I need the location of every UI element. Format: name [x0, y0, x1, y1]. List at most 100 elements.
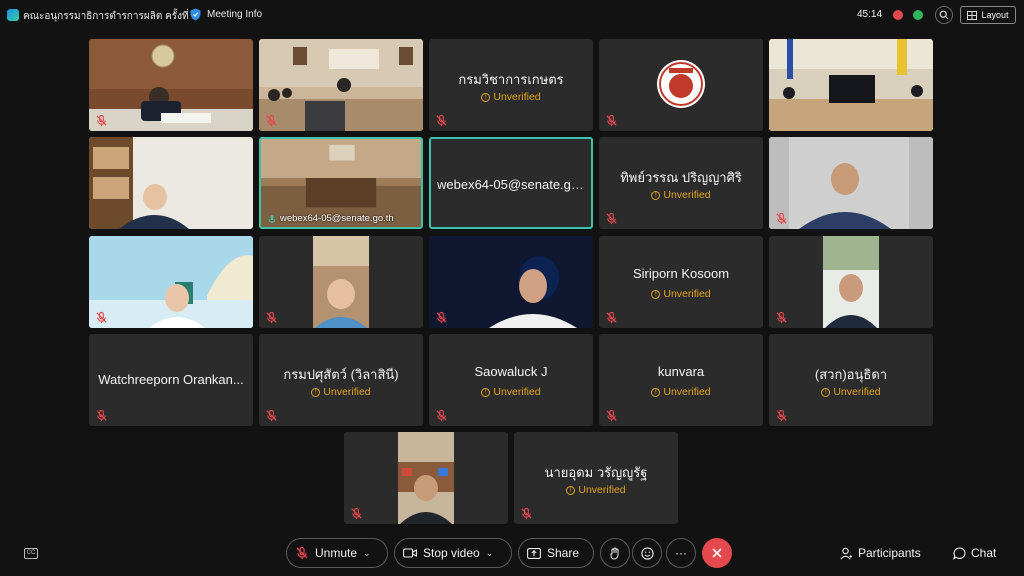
participant-name: webex64-05@senate.go... [437, 177, 589, 192]
organization-seal-image [599, 39, 763, 131]
unverified-badge: ! Unverified [599, 288, 763, 300]
muted-mic-icon [265, 114, 278, 127]
info-icon: ! [311, 387, 321, 397]
share-screen-icon [527, 547, 541, 559]
unverified-label: Unverified [663, 288, 711, 300]
video-feed [89, 236, 253, 328]
unverified-label: Unverified [663, 189, 711, 201]
muted-mic-icon [435, 311, 448, 324]
participant-tile-t19[interactable]: kunvara ! Unverified [599, 334, 763, 426]
stop-video-button[interactable]: Stop video ⌄ [394, 538, 512, 568]
chat-bubble-icon [953, 546, 966, 560]
participant-name: กรมปศุสัตว์ (วิลาสินี) [283, 367, 399, 382]
participant-name: ทิพย์วรรณ ปริญญาศิริ [620, 170, 742, 185]
control-bar: CC Unmute ⌄ Stop video ⌄ Share ··· Parti… [0, 536, 1024, 576]
chevron-down-icon: ⌄ [485, 547, 494, 558]
participant-tile-conference-room-3[interactable] [769, 39, 933, 131]
unverified-label: Unverified [493, 386, 541, 398]
participant-tile-t17[interactable]: กรมปศุสัตว์ (วิลาสินี) ! Unverified [259, 334, 423, 426]
participants-button[interactable]: Participants [840, 546, 921, 560]
info-icon: ! [566, 485, 576, 495]
participant-tile-man-dark[interactable] [429, 236, 593, 328]
raise-hand-icon [610, 547, 619, 560]
muted-mic-icon [605, 114, 618, 127]
participant-tile-woman-blue[interactable] [89, 236, 253, 328]
unverified-badge: ! Unverified [429, 91, 593, 103]
muted-mic-icon [295, 546, 309, 560]
info-icon: ! [651, 387, 661, 397]
unmute-button[interactable]: Unmute ⌄ [286, 538, 388, 568]
muted-mic-icon [95, 311, 108, 324]
unverified-badge: ! Unverified [514, 484, 678, 496]
participant-tile-seal[interactable] [599, 39, 763, 131]
muted-mic-icon [350, 507, 363, 520]
meeting-timer: 45:14 [857, 9, 883, 20]
shield-icon [190, 8, 201, 21]
participant-tile-man-shelf[interactable] [344, 432, 508, 524]
participant-tile-conference-room-1[interactable] [89, 39, 253, 131]
muted-mic-icon [435, 409, 448, 422]
chat-button[interactable]: Chat [953, 546, 996, 560]
participant-name: (สวก)อนุธิดา [814, 367, 888, 382]
unverified-badge: ! Unverified [259, 386, 423, 398]
chat-label: Chat [971, 546, 997, 560]
info-icon: ! [651, 190, 661, 200]
participant-name: Siriporn Kosoom [632, 266, 730, 281]
participant-tile-t20[interactable]: (สวก)อนุธิดา ! Unverified [769, 334, 933, 426]
closed-captions-button[interactable]: CC [24, 548, 38, 559]
smiley-icon [640, 546, 654, 560]
participant-tile-woman-portrait[interactable] [259, 236, 423, 328]
muted-mic-icon [95, 409, 108, 422]
muted-mic-icon [265, 311, 278, 324]
participant-tile-t14[interactable]: Siriporn Kosoom ! Unverified [599, 236, 763, 328]
muted-mic-icon [775, 311, 788, 324]
participant-tile-t8-active[interactable]: webex64-05@senate.go... [429, 137, 593, 229]
video-feed [823, 236, 879, 328]
meeting-title: คณะอนุกรรมาธิการตำรการผลิต ครั้งที่ 3 [23, 11, 197, 22]
participant-tile-t9[interactable]: ทิพย์วรรณ ปริญญาศิริ ! Unverified [599, 137, 763, 229]
reactions-button[interactable] [632, 538, 662, 568]
participant-tile-t3[interactable]: กรมวิชาการเกษตร ! Unverified [429, 39, 593, 131]
video-feed [259, 39, 423, 131]
close-icon [712, 548, 722, 558]
unverified-label: Unverified [578, 484, 626, 496]
grid-layout-icon [967, 10, 978, 20]
participant-tile-man-portrait[interactable] [769, 236, 933, 328]
video-feed [398, 432, 454, 524]
active-mic-icon [267, 214, 277, 224]
magnifier-icon [939, 10, 949, 20]
leave-meeting-button[interactable] [702, 538, 732, 568]
video-feed [429, 236, 593, 328]
muted-mic-icon [605, 212, 618, 225]
participant-tile-conference-room-2[interactable] [259, 39, 423, 131]
unverified-badge: ! Unverified [599, 189, 763, 201]
participant-tile-man-curtain[interactable] [769, 137, 933, 229]
participant-tile-man-office[interactable] [89, 137, 253, 229]
participant-tile-t7-active[interactable]: webex64-05@senate.go.th [259, 137, 423, 229]
participant-name: kunvara [657, 364, 705, 379]
raise-hand-button[interactable] [600, 538, 630, 568]
participant-name: นายอุดม วรัญญูรัฐ [544, 465, 648, 480]
unverified-badge: ! Unverified [769, 386, 933, 398]
participant-tile-t16[interactable]: Watchreeporn Orankan... [89, 334, 253, 426]
layout-label: Layout [981, 10, 1009, 20]
video-feed [89, 39, 253, 131]
connection-indicator-icon [913, 10, 923, 20]
share-button[interactable]: Share [518, 538, 594, 568]
zoom-search-button[interactable] [935, 6, 953, 24]
muted-mic-icon [265, 409, 278, 422]
self-view-label: webex64-05@senate.go.th [267, 213, 394, 224]
participant-tile-t18[interactable]: Saowaluck J ! Unverified [429, 334, 593, 426]
video-feed [313, 236, 369, 328]
meeting-info-button[interactable]: Meeting Info [190, 8, 262, 21]
meeting-info-label: Meeting Info [207, 9, 263, 20]
participant-name: Watchreeporn Orankan... [98, 372, 244, 387]
participant-tile-t22[interactable]: นายอุดม วรัญญูรัฐ ! Unverified [514, 432, 678, 524]
info-icon: ! [481, 387, 491, 397]
more-options-button[interactable]: ··· [666, 538, 696, 568]
layout-button[interactable]: Layout [960, 6, 1016, 24]
participant-name: Saowaluck J [474, 364, 548, 379]
person-icon [840, 547, 852, 560]
muted-mic-icon [435, 114, 448, 127]
info-icon: ! [651, 289, 661, 299]
